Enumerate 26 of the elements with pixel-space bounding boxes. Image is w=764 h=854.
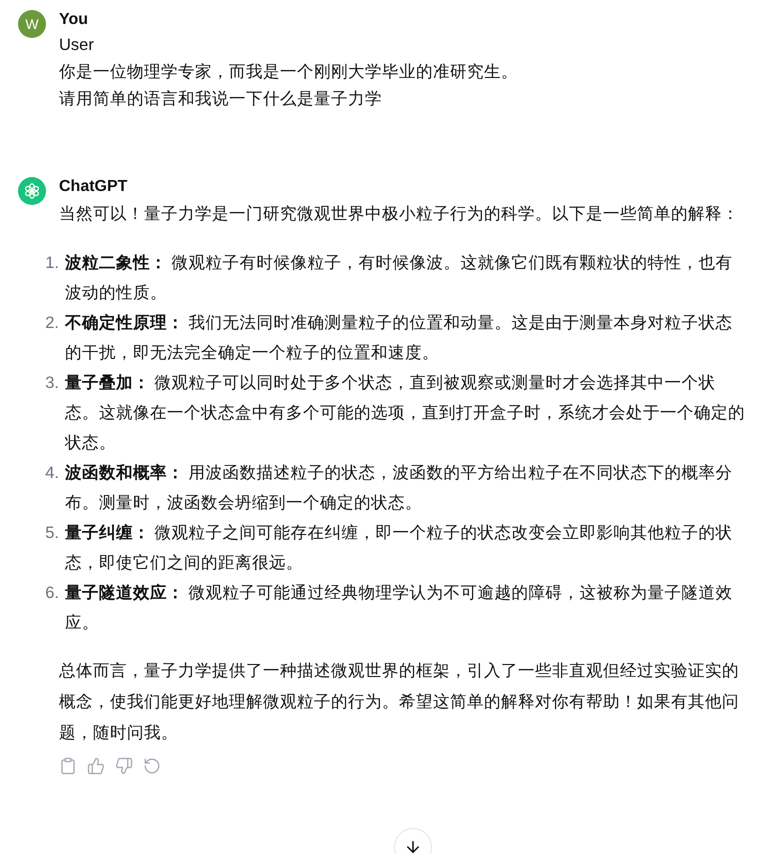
author-name: You bbox=[59, 10, 90, 30]
logo-icon bbox=[23, 182, 41, 200]
list-number: 5. bbox=[44, 523, 59, 544]
message-text: 请用简单的语言和我说一下什么是量子力学 bbox=[59, 89, 383, 110]
list-item-text: 量子纠缠： 微观粒子之间可能存在纠缠，即一个粒子的状态改变会立即影响其他粒子的状态，即使它们之间的距离很远。 bbox=[65, 522, 734, 574]
role-label: User bbox=[59, 35, 95, 56]
message-text: 总体而言，量子力学提供了一种描述微观世界的框架，引入了一些非直观但经过实验证实的概念，使我们能更好地理解微观粒子的行为。希望这简单的解释对你有帮助！如果有其他问题，随时问我。 bbox=[59, 661, 740, 744]
user-avatar: W bbox=[18, 10, 46, 38]
thumbs-down-button[interactable] bbox=[115, 757, 133, 775]
clipboard-button[interactable] bbox=[59, 757, 77, 775]
list-item-text: 量子隧道效应： 微观粒子可能通过经典物理学认为不可逾越的障碍，这被称为量子隧道效应。 bbox=[65, 582, 734, 634]
list-item-text: 波粒二象性： 微观粒子有时候像粒子，有时候像波。这就像它们既有颗粒状的特性，也有波动的性质。 bbox=[65, 253, 734, 304]
list-number: 6. bbox=[44, 583, 59, 604]
message-text: 你是一位物理学专家，而我是一个刚刚大学毕业的准研究生。 bbox=[59, 62, 519, 83]
regenerate-button[interactable] bbox=[143, 757, 161, 775]
author-name: ChatGPT bbox=[59, 177, 128, 197]
message-text: 当然可以！量子力学是一门研究微观世界中极小粒子行为的科学。以下是一些简单的解释： bbox=[59, 204, 740, 225]
list-item-text: 不确定性原理： 我们无法同时准确测量粒子的位置和动量。这是由于测量本身对粒子状态的干扰，即无法完全确定一个粒子的位置和速度。 bbox=[65, 312, 734, 364]
list-number: 1. bbox=[44, 253, 59, 274]
list-item-text: 量子叠加： 微观粒子可以同时处于多个状态，直到被观察或测量时才会选择其中一个状态。这就像在一个状态盒中有多个可能的选项，直到打开盒子时，系统才会处于一个确定的状态。 bbox=[65, 373, 746, 454]
list-number: 4. bbox=[44, 463, 59, 484]
list-number: 3. bbox=[44, 373, 59, 394]
arrow-down-icon bbox=[404, 838, 422, 854]
list-item-text: 波函数和概率： 用波函数描述粒子的状态，波函数的平方给出粒子在不同状态下的概率分布。测量时，波函数会坍缩到一个确定的状态。 bbox=[65, 462, 734, 514]
list-number: 2. bbox=[44, 313, 59, 334]
thumbs-up-button[interactable] bbox=[87, 757, 105, 775]
